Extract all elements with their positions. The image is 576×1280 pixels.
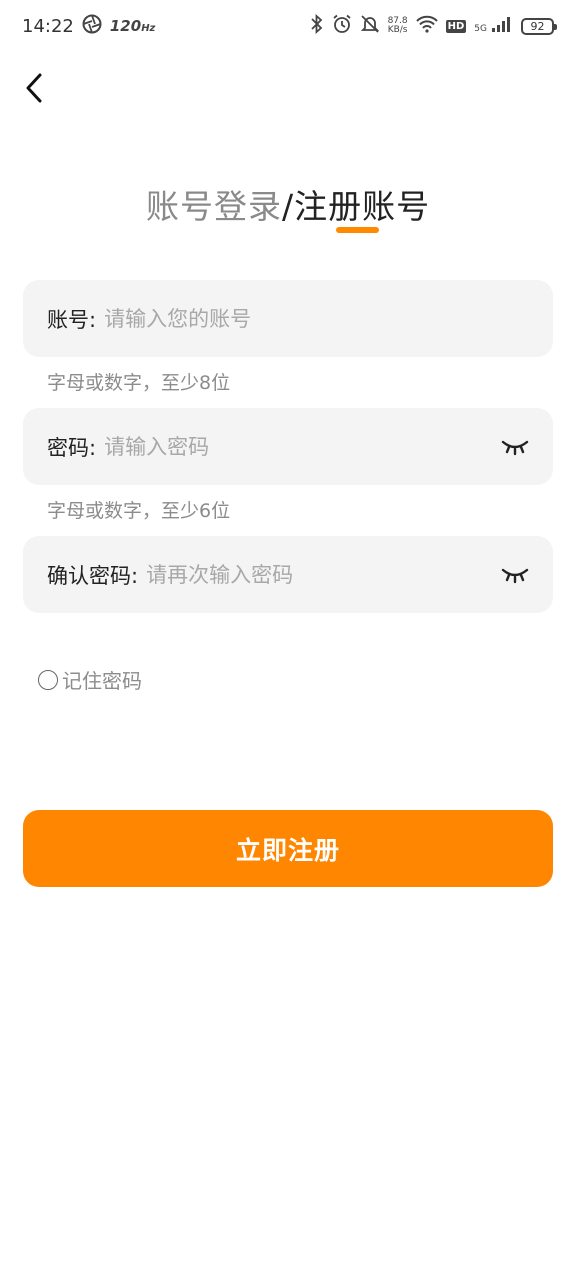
back-button[interactable]	[16, 68, 52, 108]
chevron-left-icon	[26, 73, 42, 103]
password-field: 密码:	[23, 408, 553, 485]
status-bar-right: 87.8 KB/s HD 5G 92	[310, 13, 557, 39]
status-time: 14:22	[22, 15, 74, 37]
signal-icon	[491, 15, 513, 38]
battery-icon: 92	[521, 17, 557, 35]
tab-separator: /	[281, 187, 295, 226]
confirm-password-visibility-toggle[interactable]	[499, 559, 531, 591]
tab-register[interactable]: 注册账号	[294, 180, 430, 228]
account-input[interactable]	[104, 306, 531, 331]
radio-unchecked-icon	[38, 669, 58, 690]
network-type: 5G	[474, 23, 487, 34]
password-hint: 字母或数字，至少6位	[47, 500, 231, 522]
aperture-icon	[82, 14, 102, 39]
confirm-password-label: 确认密码:	[47, 563, 139, 588]
eye-closed-icon	[501, 440, 529, 455]
password-input[interactable]	[104, 434, 499, 459]
confirm-password-input[interactable]	[146, 562, 499, 587]
hd-icon: HD	[445, 19, 467, 33]
active-tab-indicator	[336, 227, 379, 233]
wifi-icon	[415, 15, 438, 38]
account-field: 账号:	[23, 280, 553, 357]
eye-closed-icon	[501, 568, 529, 583]
password-visibility-toggle[interactable]	[499, 431, 531, 463]
refresh-rate-value: 120	[109, 17, 142, 35]
mute-bell-icon	[360, 14, 380, 39]
auth-tabs: 账号登录 / 注册账号	[0, 180, 576, 228]
bluetooth-icon	[310, 13, 324, 39]
battery-level: 92	[530, 19, 545, 33]
alarm-icon	[332, 14, 352, 39]
status-bar-left: 14:22 120Hz	[22, 14, 155, 39]
network-speed: 87.8 KB/s	[388, 17, 408, 35]
confirm-password-field: 确认密码:	[23, 536, 553, 613]
account-hint: 字母或数字，至少8位	[47, 372, 231, 394]
network-speed-unit: KB/s	[387, 25, 408, 35]
remember-password-label: 记住密码	[62, 669, 142, 693]
status-bar: 14:22 120Hz 87.8 KB/s HD 5G 92	[0, 0, 576, 52]
register-button[interactable]: 立即注册	[23, 810, 553, 887]
tab-login[interactable]: 账号登录	[146, 180, 282, 228]
register-screen: 14:22 120Hz 87.8 KB/s HD 5G 92 账号登录 / 注册…	[0, 0, 576, 1280]
account-label: 账号:	[47, 307, 97, 332]
remember-password-checkbox[interactable]: 记住密码	[38, 665, 142, 694]
refresh-rate: 120Hz	[110, 17, 156, 35]
password-label: 密码:	[47, 435, 97, 460]
refresh-rate-unit: Hz	[141, 23, 156, 34]
